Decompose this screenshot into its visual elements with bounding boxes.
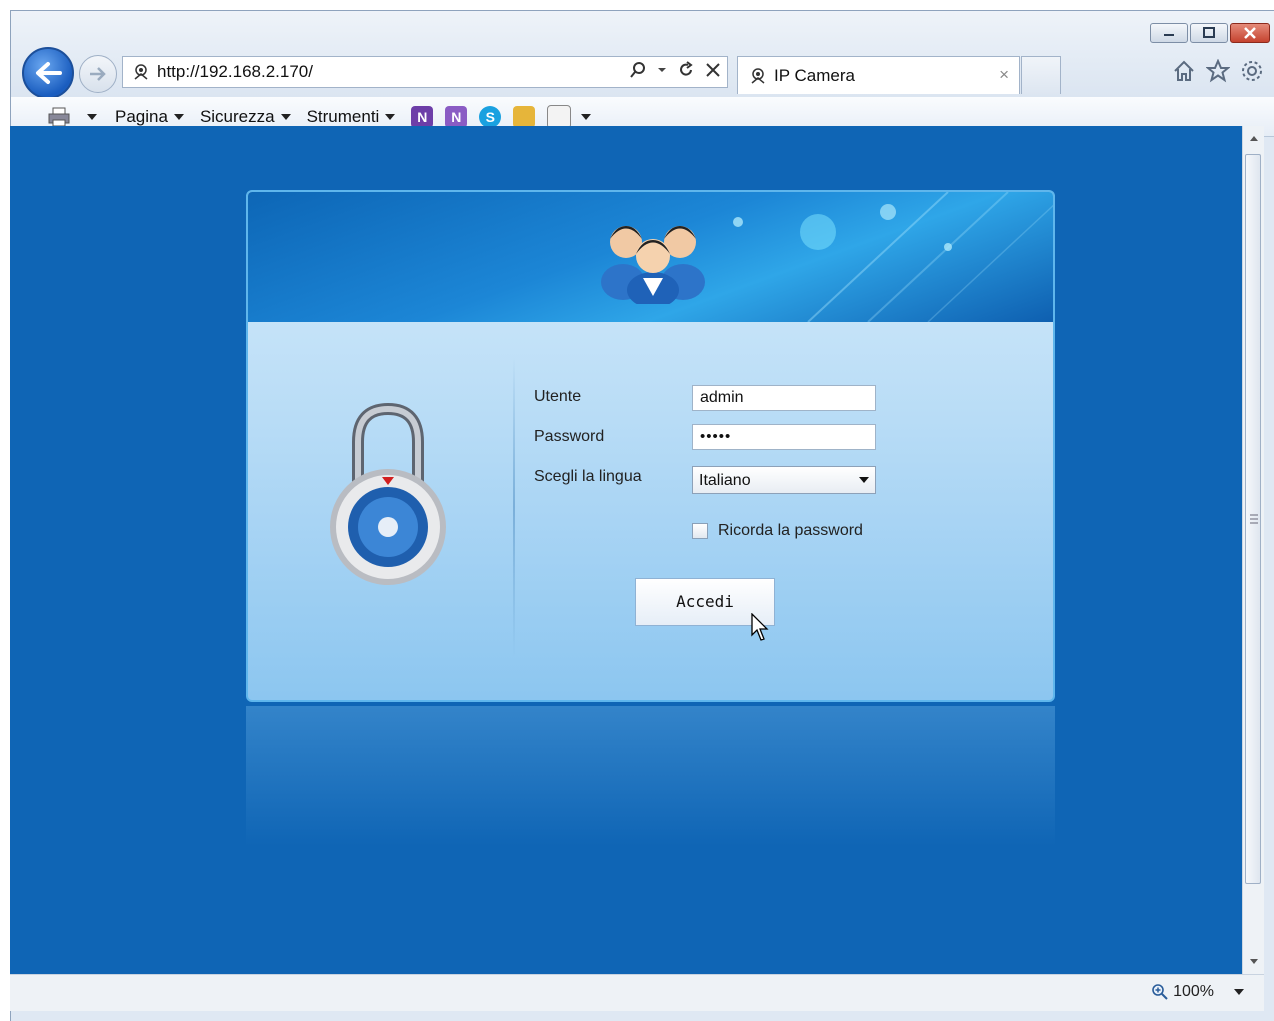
language-label: Scegli la lingua [534,468,642,485]
new-tab-button[interactable] [1021,56,1061,94]
browser-right-icons [1172,59,1264,83]
password-field[interactable]: ••••• [692,424,876,450]
search-icon[interactable] [629,61,647,79]
scroll-down-icon[interactable] [1249,958,1259,966]
chevron-down-icon [385,113,396,120]
user-label: Utente [534,388,582,405]
compatibility-icon[interactable] [547,104,572,129]
refresh-icon[interactable] [677,61,695,79]
close-icon [1244,27,1256,39]
minimize-button[interactable] [1150,23,1188,43]
menu-pagina[interactable]: Pagina [115,107,184,127]
settings-gear-icon[interactable] [1240,59,1264,83]
skype-icon[interactable]: S [479,105,502,128]
tab-title: IP Camera [774,65,855,85]
padlock-icon [330,402,446,585]
password-label: Password [534,428,605,445]
language-select[interactable]: Italiano [692,466,876,494]
remember-password-checkbox[interactable] [692,523,708,539]
back-arrow-icon [36,62,62,84]
zoom-dropdown-icon[interactable] [1234,989,1244,995]
maximize-button[interactable] [1190,23,1228,43]
site-camera-icon [134,64,148,80]
favorites-star-icon[interactable] [1206,59,1230,83]
tab-close-button[interactable]: × [999,65,1009,85]
print-dropdown-icon[interactable] [87,113,97,120]
address-bar[interactable]: http://192.168.2.170/ [122,56,728,88]
address-tools [629,61,721,79]
close-window-button[interactable] [1230,23,1270,43]
stop-icon[interactable] [705,62,721,78]
mouse-cursor-icon [751,613,769,641]
url-text: http://192.168.2.170/ [157,62,313,81]
panel-divider [513,357,515,657]
remember-password-label[interactable]: Ricorda la password [718,522,863,540]
grip-icon [1250,514,1258,524]
chevron-down-icon [280,113,291,120]
menu-strumenti[interactable]: Strumenti [307,107,396,127]
tools-dropdown-icon[interactable] [581,113,592,120]
tab-ip-camera[interactable]: IP Camera × [737,56,1020,94]
menu-pagina-label: Pagina [115,106,168,126]
zoom-control[interactable]: 100% [1151,983,1244,1001]
home-icon[interactable] [1172,59,1196,83]
scrollbar-thumb[interactable] [1245,154,1261,884]
onenote-icon[interactable]: N [411,105,434,128]
login-panel: Utente admin Password ••••• Scegli la li… [246,190,1055,702]
maximize-icon [1203,27,1215,38]
page-content: Utente admin Password ••••• Scegli la li… [10,126,1242,974]
username-field[interactable]: admin [692,385,876,411]
vertical-scrollbar[interactable] [1242,126,1264,974]
users-group-icon [601,226,705,304]
login-panel-header [248,192,1053,322]
scroll-up-icon[interactable] [1249,134,1259,142]
browser-titlebar: http://192.168.2.170/ IP Camera × [11,11,1274,99]
back-button[interactable] [22,47,74,99]
zoom-icon [1152,984,1168,1000]
search-dropdown-icon[interactable] [657,65,667,75]
menu-sicurezza[interactable]: Sicurezza [200,107,291,127]
menu-sicurezza-label: Sicurezza [199,106,275,126]
addon-icon[interactable] [513,105,536,128]
status-bar: 100% [10,974,1264,1011]
chevron-down-icon [173,113,184,120]
zoom-level: 100% [1173,983,1214,1000]
print-icon[interactable] [47,106,71,128]
onenote-linked-icon[interactable]: N [445,105,468,128]
minimize-icon [1164,34,1174,36]
language-select-value: Italiano [699,472,751,489]
forward-arrow-icon [90,67,106,81]
window-controls [1150,23,1270,43]
menu-strumenti-label: Strumenti [306,106,380,126]
forward-button[interactable] [79,55,117,93]
chevron-down-icon [859,477,869,483]
tab-camera-icon [751,68,765,84]
panel-reflection [246,706,1055,846]
